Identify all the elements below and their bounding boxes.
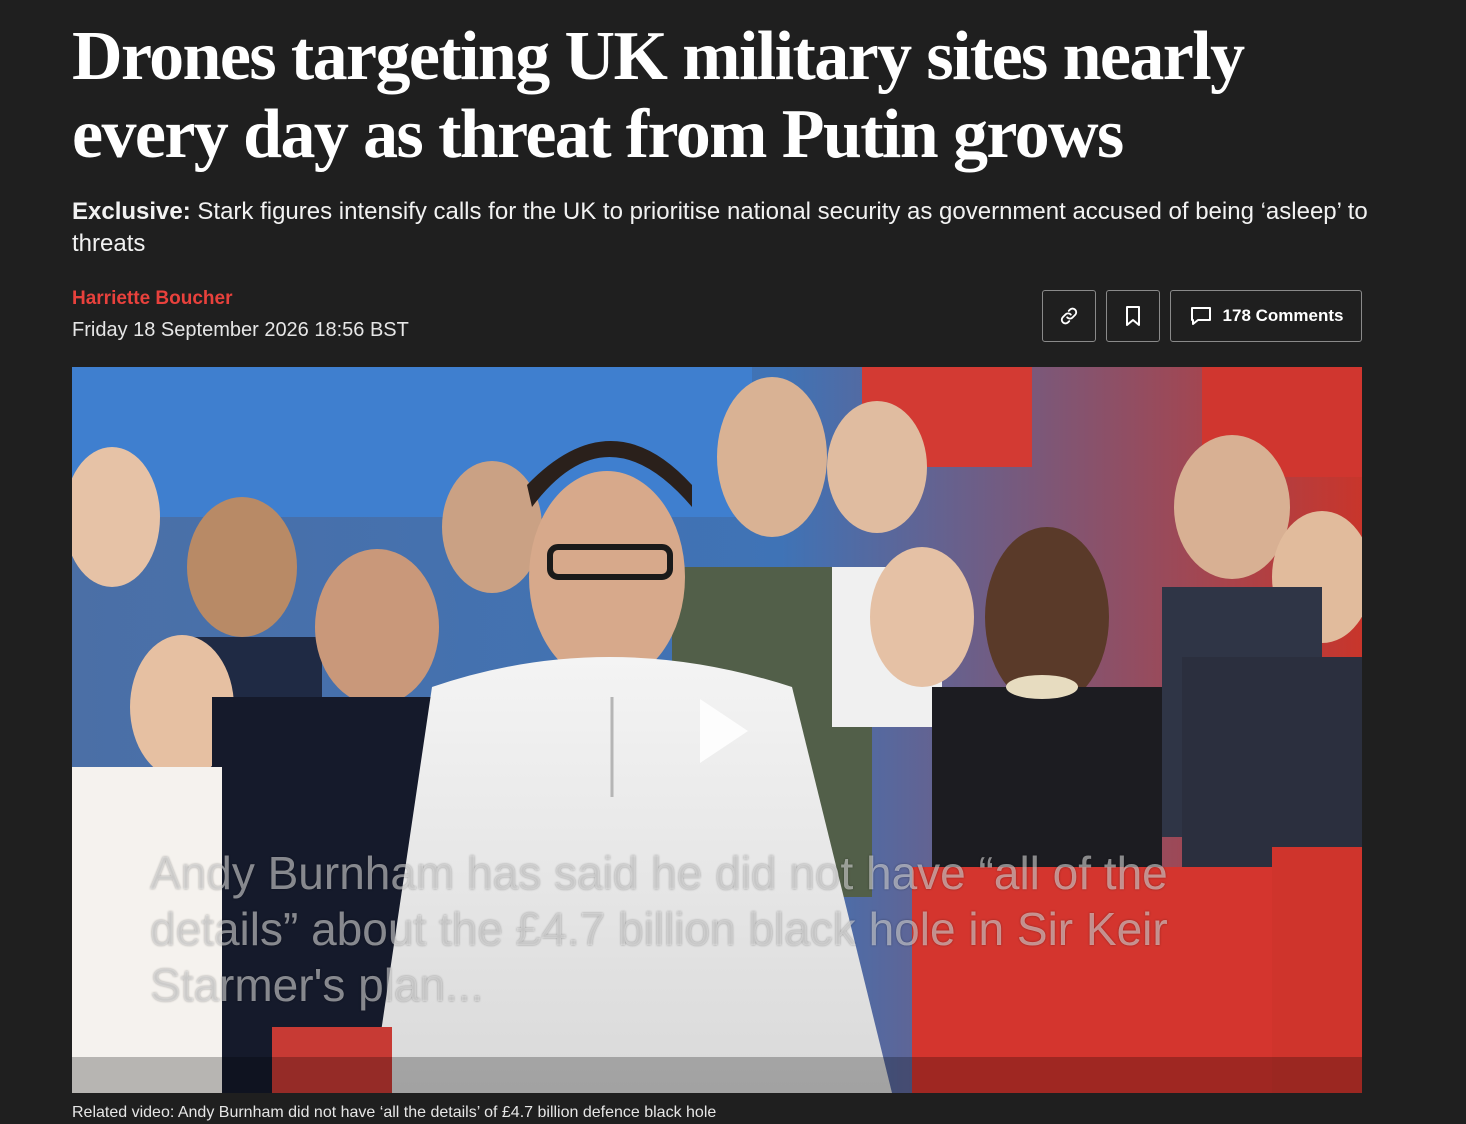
comments-button[interactable]: 178 Comments [1170, 290, 1362, 342]
standfirst-text: Stark figures intensify calls for the UK… [72, 198, 1368, 257]
copy-link-button[interactable] [1042, 290, 1096, 342]
article-headline: Drones targeting UK military sites nearl… [72, 18, 1245, 173]
link-icon [1058, 305, 1080, 327]
author-link[interactable]: Harriette Boucher [72, 288, 233, 310]
bookmark-icon [1124, 305, 1142, 327]
play-icon [700, 699, 748, 763]
bookmark-button[interactable] [1106, 290, 1160, 342]
video-caption: Related video: Andy Burnham did not have… [72, 1104, 717, 1121]
comments-count: 178 Comments [1222, 306, 1344, 325]
video-player[interactable]: Andy Burnham has said he did not have “a… [72, 367, 1362, 1093]
play-button[interactable] [678, 689, 762, 773]
publish-date: Friday 18 September 2026 18:56 BST [72, 319, 409, 341]
video-overlay-text: Andy Burnham has said he did not have “a… [150, 847, 1168, 1011]
article-page: Drones targeting UK military sites nearl… [0, 0, 1466, 1124]
comment-icon [1189, 305, 1213, 327]
article-standfirst: Exclusive: Stark figures intensify calls… [72, 196, 1372, 260]
standfirst-kicker: Exclusive: [72, 198, 191, 225]
